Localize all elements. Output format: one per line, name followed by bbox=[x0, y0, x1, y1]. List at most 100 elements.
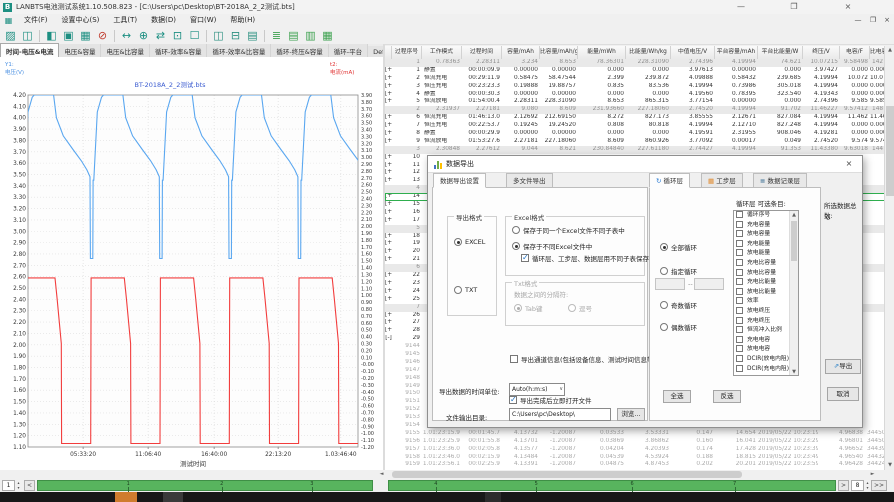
alarm-icon[interactable]: ⊘ bbox=[95, 29, 110, 43]
expand-toggle[interactable]: [+] bbox=[385, 75, 392, 83]
expand-toggle[interactable]: [+] bbox=[385, 138, 392, 146]
table-row[interactable]: [+]7恒压充电00:22:53.70.1924519.245200.80880… bbox=[385, 122, 894, 130]
item-checkbox[interactable] bbox=[736, 230, 743, 237]
excel-radio[interactable]: EXCEL bbox=[454, 238, 485, 246]
table-row[interactable]: [+]5恒流放电01:54:00.42.28311228.310908.6538… bbox=[385, 98, 894, 106]
expand-toggle[interactable]: [+] bbox=[385, 201, 392, 209]
specified-cycles-radio[interactable]: 指定循环 bbox=[660, 266, 697, 276]
view-tab-1[interactable]: 电压&容量 bbox=[59, 44, 101, 57]
expand-toggle[interactable]: [+] bbox=[385, 272, 392, 280]
expand-toggle[interactable]: [+] bbox=[385, 177, 392, 185]
item-checkbox[interactable] bbox=[736, 240, 743, 247]
table-row[interactable]: [+]4静置00:00:30.30.000000.000000.0000.000… bbox=[385, 91, 894, 99]
expand-toggle[interactable]: [+] bbox=[385, 280, 392, 288]
scroll-up-icon[interactable]: ▲ bbox=[790, 211, 798, 220]
channel-next-button[interactable]: > bbox=[838, 480, 849, 491]
expand-toggle[interactable]: [+] bbox=[385, 67, 392, 75]
open-file-icon[interactable]: ▨ bbox=[3, 29, 18, 43]
copy-data-icon[interactable]: ▣ bbox=[61, 29, 76, 43]
cycle-to-input[interactable] bbox=[694, 278, 724, 290]
tab-multi-file-export[interactable]: 多文件导出 bbox=[506, 173, 553, 188]
view-tab-2[interactable]: 电压&比容量 bbox=[101, 44, 150, 57]
channel-prev-button[interactable]: < bbox=[24, 480, 35, 491]
taskbar-active-app[interactable] bbox=[115, 492, 137, 502]
all-cycles-radio[interactable]: 全部循环 bbox=[660, 242, 697, 252]
save-icon[interactable]: ◫ bbox=[20, 29, 35, 43]
table-record-row[interactable]: 91581.01:23:46.000:02:15.94.13484-1.2008… bbox=[385, 454, 894, 462]
taskbar-app[interactable] bbox=[485, 492, 501, 502]
dialog-close-icon[interactable]: × bbox=[842, 158, 856, 170]
view-tab-0[interactable]: 时间-电压&电流 bbox=[0, 43, 59, 57]
different-files-radio[interactable]: 保存于不同Excel文件中 bbox=[512, 241, 592, 251]
expand-toggle[interactable]: [+] bbox=[385, 327, 392, 335]
item-checkbox[interactable] bbox=[736, 269, 743, 276]
left-spinner-arrows-icon[interactable]: ▴▾ bbox=[15, 480, 22, 491]
full-frame-icon[interactable]: ☐ bbox=[187, 29, 202, 43]
table-vertical-scrollbar[interactable]: ▲ ▼ bbox=[884, 46, 894, 470]
table-summary-row[interactable]: 10.783632.283113.2348.65378.36301228.310… bbox=[385, 59, 894, 67]
table-header-cell[interactable]: 电容/F bbox=[840, 46, 870, 59]
expand-toggle[interactable]: [+] bbox=[385, 240, 392, 248]
tile-vertical-icon[interactable]: ◫ bbox=[211, 29, 226, 43]
table-summary-row[interactable]: 32.308482.276129.0448.621230.84840227.61… bbox=[385, 146, 894, 154]
table-header-cell[interactable]: 容量/mAh bbox=[502, 46, 540, 59]
table-header-cell[interactable]: 终压/V bbox=[803, 46, 840, 59]
expand-toggle[interactable]: [+] bbox=[385, 98, 392, 106]
same-file-radio[interactable]: 保存于同一个Excel文件不同子表中 bbox=[512, 225, 625, 235]
cancel-button[interactable]: 取消 bbox=[827, 387, 859, 401]
cycle-items-listbox[interactable]: 循环序号充电容量放电容量充电能量放电能量充电比容量放电比容量充电比能量放电比能量… bbox=[733, 210, 799, 376]
expand-toggle[interactable]: [+] bbox=[385, 193, 392, 201]
table-record-row[interactable]: 91571.01:23:36.000:02:05.84.13577-1.2008… bbox=[385, 446, 894, 454]
fit-all-icon[interactable]: ⊕ bbox=[136, 29, 151, 43]
menu-item-4[interactable]: 窗口(W) bbox=[183, 14, 223, 27]
expand-toggle[interactable]: [+] bbox=[385, 114, 392, 122]
table-row[interactable]: [+]9恒流放电01:53:27.62.27181227.180608.6098… bbox=[385, 138, 894, 146]
data-grid-icon[interactable]: ▦ bbox=[320, 29, 335, 43]
device-icon[interactable]: ◧ bbox=[44, 29, 59, 43]
table-row[interactable]: [+]2恒流充电00:29:11.90.5847558.475442.39923… bbox=[385, 75, 894, 83]
table-record-row[interactable]: 91591.01:23:56.100:02:25.94.13391-1.2008… bbox=[385, 461, 894, 469]
maximize-button[interactable]: ❐ bbox=[781, 0, 807, 13]
menu-item-3[interactable]: 数据(D) bbox=[144, 14, 183, 27]
right-channel-bar[interactable]: 4567 bbox=[388, 480, 836, 491]
item-checkbox[interactable] bbox=[736, 307, 743, 314]
right-spinner-arrows-icon[interactable]: ▴▾ bbox=[864, 480, 871, 491]
scroll-left-icon[interactable]: ◄ bbox=[377, 470, 386, 479]
item-checkbox[interactable] bbox=[736, 317, 743, 324]
listbox-scrollbar[interactable]: ▲ ▼ bbox=[789, 211, 798, 375]
tile-horizontal-icon[interactable]: ⊟ bbox=[228, 29, 243, 43]
item-checkbox[interactable] bbox=[736, 221, 743, 228]
view-tab-5[interactable]: 循环-终压&容量 bbox=[271, 44, 328, 57]
table-header-cell[interactable]: 能量/mWh bbox=[578, 46, 626, 59]
step-list-icon[interactable]: ▤ bbox=[286, 29, 301, 43]
item-checkbox[interactable] bbox=[736, 326, 743, 333]
menu-item-5[interactable]: 帮助(H) bbox=[223, 14, 262, 27]
view-tab-3[interactable]: 循环-效率&容量 bbox=[150, 44, 207, 57]
table-record-row[interactable]: 91551.01:23:15.900:01:45.74.13732-1.2008… bbox=[385, 430, 894, 438]
menu-item-2[interactable]: 工具(T) bbox=[106, 14, 144, 27]
scroll-up-icon[interactable]: ▲ bbox=[885, 46, 894, 55]
mdi-restore-button[interactable]: ❐ bbox=[866, 15, 880, 26]
output-dir-input[interactable]: C:\Users\pc\Desktop\ bbox=[509, 408, 611, 421]
table-header-cell[interactable]: 中值电压/V bbox=[671, 46, 715, 59]
comma-radio[interactable]: 逗号 bbox=[568, 303, 592, 313]
table-header-cell[interactable]: 工作模式 bbox=[422, 46, 462, 59]
export-button[interactable]: ⇗导出 bbox=[825, 359, 861, 374]
table-record-row[interactable]: 91561.01:23:25.900:01:55.84.13701-1.2008… bbox=[385, 438, 894, 446]
expand-toggle[interactable]: [+] bbox=[385, 319, 392, 327]
item-checkbox[interactable] bbox=[736, 336, 743, 343]
channel-last-button[interactable]: >> bbox=[871, 480, 887, 491]
item-checkbox[interactable] bbox=[736, 355, 743, 362]
left-channel-bar[interactable]: 123 bbox=[37, 480, 373, 491]
table-row[interactable]: [+]8静置00:00:29.90.000000.000000.0000.000… bbox=[385, 130, 894, 138]
expand-toggle[interactable]: [+] bbox=[385, 296, 392, 304]
item-checkbox[interactable] bbox=[736, 211, 743, 218]
channel-info-checkbox[interactable]: 导出通道信息(包括设备信息、测试时间信息等) bbox=[510, 354, 656, 364]
compare-split-icon[interactable]: ⇄ bbox=[153, 29, 168, 43]
expand-toggle[interactable]: [+] bbox=[385, 248, 392, 256]
open-after-checkbox[interactable]: 导出完成后立即打开文件 bbox=[509, 395, 592, 405]
mdi-minimize-button[interactable]: — bbox=[851, 15, 865, 26]
browse-button[interactable]: 浏览... bbox=[617, 408, 645, 421]
table-header-cell[interactable]: 比容量/mAh/g bbox=[540, 46, 578, 59]
right-channel-spinner[interactable]: 8 bbox=[851, 480, 864, 491]
